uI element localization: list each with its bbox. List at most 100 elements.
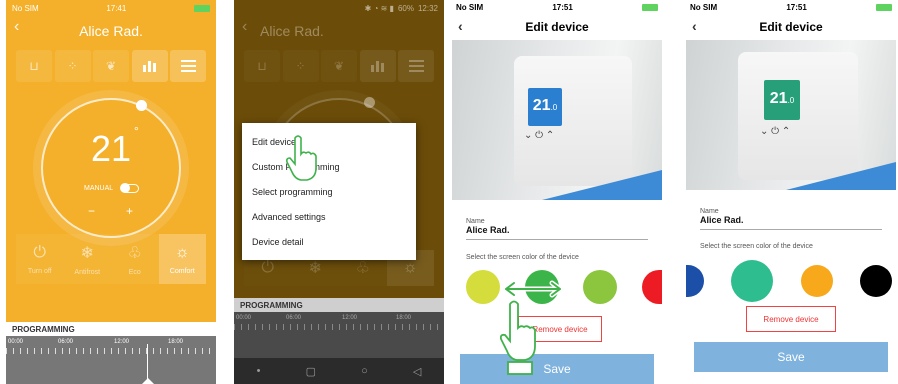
- preset-comfort[interactable]: ☼ Comfort: [158, 234, 206, 284]
- color-swatch-yellow-green[interactable]: [466, 270, 500, 304]
- remove-device-button[interactable]: Remove device: [746, 306, 836, 332]
- mode-toolbar: ⊔ ⁘ ❦: [16, 48, 206, 84]
- preset-label: Turn off: [27, 267, 52, 275]
- mode-label: MANUAL: [84, 185, 114, 192]
- device-screen-value: 21: [532, 97, 551, 114]
- device-photo: 21.0 ⌄ ⏻ ⌃: [686, 40, 896, 190]
- timeline-label: 06:00: [58, 339, 74, 345]
- device-screen-value: 21: [769, 90, 788, 107]
- battery-icon: [641, 3, 658, 11]
- page-title: Edit device: [525, 20, 589, 34]
- color-swatch-light-green[interactable]: [583, 270, 618, 304]
- eco-icon: ♧: [127, 244, 142, 262]
- mode-button-2[interactable]: ⁘: [283, 50, 319, 82]
- increase-button[interactable]: +: [126, 204, 133, 218]
- timeline-ticks: [234, 324, 444, 330]
- header: ‹ Alice Rad.: [234, 18, 444, 44]
- programming-timeline: 00:00 06:00 12:00 18:00: [234, 312, 444, 358]
- clock-label: 17:51: [786, 2, 807, 12]
- back-arrow-icon[interactable]: ‹: [242, 18, 247, 36]
- power-icon: ⏻: [33, 243, 47, 261]
- phone-edit-device: No SIM 17:51 ‹ Edit device 21.0 ⌄ ⏻ ⌃ Na…: [686, 0, 896, 384]
- menu-button[interactable]: [170, 50, 206, 82]
- save-button[interactable]: Save: [694, 342, 888, 372]
- header: ‹ Alice Rad.: [6, 18, 216, 44]
- hamburger-icon: [408, 60, 424, 72]
- temperature-value: 21: [90, 128, 132, 169]
- tap-hand-icon: [286, 135, 317, 181]
- timeline-label: 12:00: [342, 315, 358, 321]
- timeline-label: 06:00: [286, 315, 302, 321]
- battery-icon: [875, 3, 892, 11]
- color-prompt: Select the screen color of the device: [466, 254, 579, 261]
- mode-button-3[interactable]: ❦: [93, 50, 129, 82]
- mode-toolbar: ⊔ ⁘ ❦: [244, 48, 434, 84]
- timeline-cursor: [147, 344, 148, 382]
- mode-row: MANUAL: [84, 183, 140, 193]
- mode-button-stats[interactable]: [359, 50, 396, 82]
- menu-item-device-detail[interactable]: Device detail: [242, 229, 416, 254]
- status-bar: No SIM 17:51: [686, 0, 896, 14]
- menu-item-edit-device[interactable]: Edit device: [242, 129, 416, 154]
- color-swatch-teal-selected[interactable]: [731, 260, 774, 302]
- clock-label: 17:41: [106, 3, 127, 13]
- preset-row: ⏻ Turn off ❄ Antifrost ♧ Eco ☼ Comfort: [16, 234, 206, 284]
- color-carousel[interactable]: [686, 260, 896, 302]
- clock-label: 17:51: [552, 2, 573, 12]
- color-swatch-red[interactable]: [641, 270, 662, 304]
- name-input[interactable]: Alice Rad.: [466, 225, 648, 240]
- decrease-button[interactable]: −: [88, 204, 95, 218]
- nav-dot-icon: •: [256, 365, 261, 377]
- swipe-arrow-icon: [503, 280, 563, 298]
- preset-label: Comfort: [169, 267, 195, 275]
- header: ‹ Edit device: [686, 14, 896, 40]
- timeline-label: 18:00: [396, 315, 412, 321]
- status-bar: No SIM 17:51: [452, 0, 662, 14]
- menu-item-select-programming[interactable]: Select programming: [242, 179, 416, 204]
- mode-button-stats[interactable]: [131, 50, 168, 82]
- back-arrow-icon[interactable]: ‹: [692, 18, 697, 34]
- timeline-label: 18:00: [168, 339, 184, 345]
- timeline-pointer-icon: [142, 378, 154, 384]
- back-triangle-icon[interactable]: ◁: [413, 365, 421, 378]
- menu-item-advanced-settings[interactable]: Advanced settings: [242, 204, 416, 229]
- hamburger-icon: [180, 60, 196, 72]
- page-title: Edit device: [759, 20, 823, 34]
- color-swatch-black[interactable]: [859, 265, 892, 297]
- recent-apps-icon[interactable]: ▢: [306, 365, 316, 378]
- name-input[interactable]: Alice Rad.: [700, 215, 882, 230]
- color-swatch-blue[interactable]: [686, 265, 704, 297]
- programming-header: PROGRAMMING: [234, 298, 444, 312]
- name-field[interactable]: Name Alice Rad.: [466, 218, 648, 240]
- leaf-icon: ❦: [333, 59, 345, 73]
- preset-turn-off[interactable]: ⏻ Turn off: [16, 234, 64, 284]
- menu-item-custom-programming[interactable]: Custom Programming: [242, 154, 416, 179]
- manual-toggle[interactable]: [120, 183, 140, 193]
- dots-icon: ⁘: [295, 59, 306, 73]
- home-icon[interactable]: ○: [361, 365, 368, 377]
- mode-button-3[interactable]: ❦: [321, 50, 357, 82]
- color-swatch-orange[interactable]: [800, 265, 833, 297]
- name-field[interactable]: Name Alice Rad.: [700, 208, 882, 230]
- back-arrow-icon[interactable]: ‹: [458, 18, 463, 34]
- preset-eco[interactable]: ♧ Eco: [111, 234, 159, 284]
- dots-icon: ⁘: [67, 59, 78, 73]
- programming-timeline[interactable]: 00:00 06:00 12:00 18:00: [6, 336, 216, 384]
- leaf-icon: ❦: [105, 59, 117, 73]
- preset-antifrost[interactable]: ❄ Antifrost: [63, 234, 111, 284]
- status-bar: No SIM 17:41: [6, 0, 216, 16]
- heater-icon: ⊔: [29, 59, 39, 73]
- color-prompt: Select the screen color of the device: [700, 243, 813, 250]
- name-label: Name: [466, 218, 485, 225]
- back-arrow-icon[interactable]: ‹: [14, 18, 19, 36]
- phone-edit-device-swipe: No SIM 17:51 ‹ Edit device 21.0 ⌄ ⏻ ⌃ Na…: [452, 0, 662, 384]
- save-button[interactable]: Save: [460, 354, 654, 384]
- battery-icon: [193, 4, 210, 12]
- mode-button-1[interactable]: ⊔: [244, 50, 280, 82]
- dial-knob[interactable]: [136, 100, 147, 111]
- mode-button-2[interactable]: ⁘: [54, 50, 91, 82]
- carrier-label: No SIM: [12, 3, 39, 13]
- brand-corner: [542, 170, 662, 200]
- menu-button[interactable]: [398, 50, 434, 82]
- mode-button-1[interactable]: ⊔: [16, 50, 52, 82]
